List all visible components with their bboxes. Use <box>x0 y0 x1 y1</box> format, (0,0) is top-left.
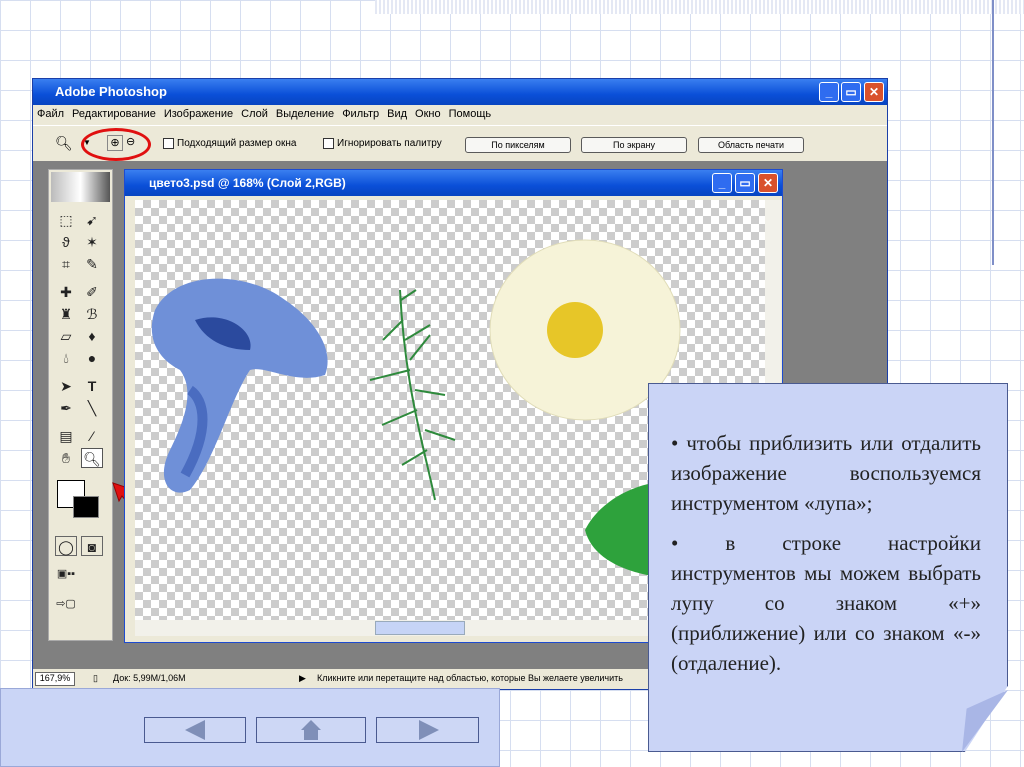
slide-navigation <box>0 688 500 767</box>
close-button[interactable]: ✕ <box>864 82 884 102</box>
adobe-logo <box>51 172 110 202</box>
app-title: Adobe Photoshop <box>55 84 167 99</box>
doc-maximize-button[interactable]: ▭ <box>735 173 755 193</box>
maximize-button[interactable]: ▭ <box>841 82 861 102</box>
screen-mode-icon[interactable]: ▣▪▪ <box>55 564 77 584</box>
fit-window-checkbox[interactable]: Подходящий размер окна <box>163 138 296 149</box>
slice-icon[interactable]: ✎ <box>81 254 103 274</box>
type-icon[interactable]: T <box>81 376 103 396</box>
print-size-button[interactable]: Область печати <box>698 137 804 153</box>
dodge-icon[interactable]: ● <box>81 348 103 368</box>
move-icon[interactable]: ➹ <box>81 210 103 230</box>
previous-button[interactable] <box>144 717 246 743</box>
menu-bar: Файл Редактирование Изображение Слой Выделен… <box>33 105 887 125</box>
scroll-thumb[interactable] <box>375 621 465 635</box>
toolbox: ⬚ ➹ ϑ ✶ ⌗ ✎ ✚ ✐ ♜ ℬ ▱ ♦ 💧︎ ● ➤ T ✒ ╲ ▤ ⁄ ✋︎ 🔍︎ ◯ ◙ ▣… <box>48 169 113 641</box>
standard-mode-icon[interactable]: ◯ <box>55 536 77 556</box>
eraser-icon[interactable]: ▱ <box>55 326 77 346</box>
path-select-icon[interactable]: ➤ <box>55 376 77 396</box>
stamp-icon[interactable]: ♜ <box>55 304 77 324</box>
ignore-palettes-label: Игнорировать палитру <box>337 138 442 150</box>
decor-band <box>375 0 1024 14</box>
menu-view[interactable]: Вид <box>387 108 407 120</box>
menu-file[interactable]: Файл <box>37 108 64 120</box>
bluebell-flower-image <box>151 278 328 493</box>
status-arrow-icon[interactable]: ▶ <box>299 673 306 684</box>
hand-icon[interactable]: ✋︎ <box>55 448 77 468</box>
menu-image[interactable]: Изображение <box>164 108 233 120</box>
quickmask-icon[interactable]: ◙ <box>81 536 103 556</box>
options-bar: 🔍︎ ▼ ⊕ ⊖ Подходящий размер окна Игнориро… <box>33 125 887 161</box>
menu-select[interactable]: Выделение <box>276 108 334 120</box>
menu-layer[interactable]: Слой <box>241 108 268 120</box>
doc-size: Док: 5,99M/1,06M <box>113 673 186 683</box>
menu-edit[interactable]: Редактирование <box>72 108 156 120</box>
highlight-ellipse <box>81 128 151 161</box>
doc-icon: ▯ <box>93 673 98 683</box>
crop-icon[interactable]: ⌗ <box>55 254 77 274</box>
doc-close-button[interactable]: ✕ <box>758 173 778 193</box>
pen-icon[interactable]: ✒ <box>55 398 77 418</box>
fit-window-label: Подходящий размер окна <box>177 138 297 150</box>
document-title-bar: цвето3.psd @ 168% (Слой 2,RGB) _ ▭ ✕ <box>125 170 782 196</box>
lasso-icon[interactable]: ϑ <box>55 232 77 252</box>
note-box: • чтобы приблизить или отдалить изображе… <box>648 383 1008 752</box>
decor-line <box>992 0 994 265</box>
doc-minimize-button[interactable]: _ <box>712 173 732 193</box>
title-bar: Adobe Photoshop _ ▭ ✕ <box>33 79 887 105</box>
status-hint: Кликните или перетащите над областью, ко… <box>317 673 623 683</box>
note-bullet-2: • в строке настройки инструментов мы мож… <box>671 531 981 675</box>
document-title: цвето3.psd @ 168% (Слой 2,RGB) <box>149 176 346 190</box>
ignore-palettes-checkbox[interactable]: Игнорировать палитру <box>323 138 442 149</box>
line-icon[interactable]: ╲ <box>81 398 103 418</box>
jump-to-icon[interactable]: ⇨▢ <box>55 594 77 614</box>
history-brush-icon[interactable]: ℬ <box>81 304 103 324</box>
background-color[interactable] <box>73 496 99 518</box>
blur-icon[interactable]: 💧︎ <box>55 348 77 368</box>
minimize-button[interactable]: _ <box>819 82 839 102</box>
healing-icon[interactable]: ✚ <box>55 282 77 302</box>
notes-icon[interactable]: ▤ <box>55 426 77 446</box>
menu-window[interactable]: Окно <box>415 108 441 120</box>
next-button[interactable] <box>376 717 479 743</box>
menu-help[interactable]: Помощь <box>449 108 492 120</box>
actual-pixels-button[interactable]: По пикселям <box>465 137 571 153</box>
home-button[interactable] <box>256 717 366 743</box>
note-bullet-1: • чтобы приблизить или отдалить изображе… <box>671 431 981 515</box>
fit-screen-button[interactable]: По экрану <box>581 137 687 153</box>
menu-filter[interactable]: Фильтр <box>342 108 379 120</box>
bucket-icon[interactable]: ♦ <box>81 326 103 346</box>
magic-wand-icon[interactable]: ✶ <box>81 232 103 252</box>
zoom-tool-icon: 🔍︎ <box>55 135 73 151</box>
eyedropper-icon[interactable]: ⁄ <box>81 426 103 446</box>
zoom-tool-icon[interactable]: 🔍︎ <box>81 448 103 468</box>
dill-sprig-image <box>369 289 456 501</box>
zoom-level[interactable]: 167,9% <box>35 672 75 686</box>
home-icon <box>301 720 321 740</box>
marquee-icon[interactable]: ⬚ <box>55 210 77 230</box>
brush-icon[interactable]: ✐ <box>81 282 103 302</box>
